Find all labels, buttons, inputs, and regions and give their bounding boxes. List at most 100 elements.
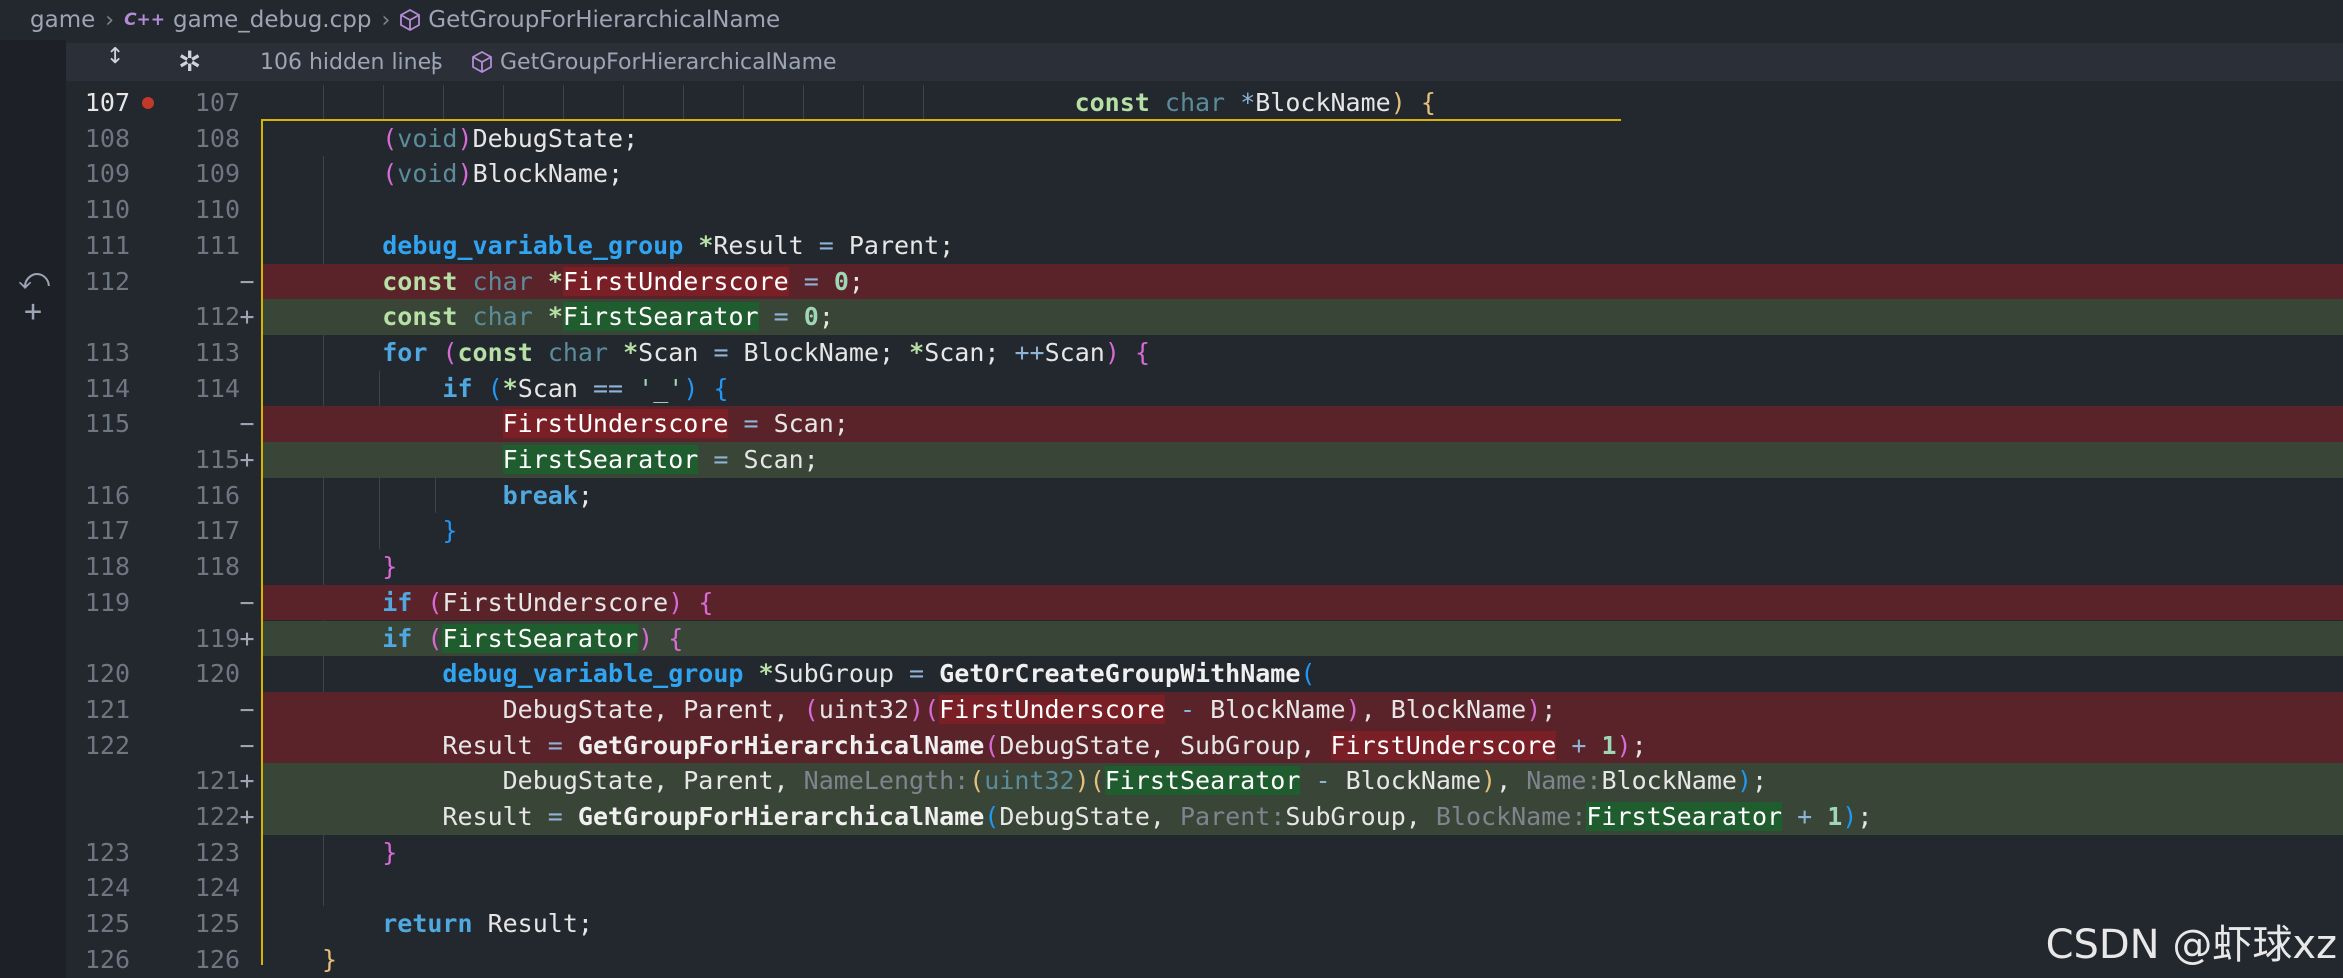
diff-deleted-line[interactable]: 112 − const char *FirstUnderscore = 0; — [66, 263, 2343, 300]
fold-symbol[interactable]: GetGroupForHierarchicalName — [472, 50, 837, 75]
code-line[interactable]: 116 116 break; — [66, 478, 2343, 514]
plus-icon: + — [239, 302, 255, 332]
code-line[interactable]: 117 117 } — [66, 513, 2343, 549]
code-line[interactable]: 108 108 (void)DebugState; — [66, 121, 2343, 157]
code-text: (void)DebugState; — [322, 121, 638, 157]
code-token: if — [382, 623, 413, 653]
diff-editor[interactable]: 107 107 const char *BlockName) {108 108 (v… — [66, 85, 2343, 978]
code-line[interactable]: 124 124 — [66, 870, 2343, 906]
breadcrumb-project[interactable]: game — [30, 7, 95, 33]
plus-icon: + — [239, 445, 255, 474]
code-text: const char *BlockName) { — [322, 85, 1436, 121]
code-token: ) — [1104, 337, 1120, 367]
original-line-number: 126 — [84, 944, 130, 974]
code-token: ) — [638, 623, 654, 653]
diff-deleted-line[interactable]: 121− DebugState, Parent, (uint32)(FirstU… — [66, 691, 2343, 728]
code-token: ) — [1616, 730, 1632, 760]
breadcrumb-symbol[interactable]: GetGroupForHierarchicalName — [400, 7, 780, 33]
cpp-file-icon: C++ — [124, 10, 166, 30]
modified-line-number: 119 — [194, 623, 240, 653]
code-token: const — [1074, 88, 1150, 117]
code-token: Scan — [638, 337, 714, 367]
code-token: ) — [457, 159, 473, 189]
code-token: DebugState; — [472, 123, 639, 153]
modified-line-number: 114 — [194, 373, 240, 403]
code-line[interactable]: 126 126} — [66, 942, 2343, 978]
diff-added-line[interactable]: 121 + DebugState, Parent, NameLength:(uin… — [66, 763, 2343, 799]
code-line[interactable]: 114 114 if (*Scan == '_') { — [66, 371, 2343, 407]
line-background — [261, 942, 2343, 978]
code-token: '_' — [638, 373, 684, 403]
add-comment-icon[interactable]: + — [18, 294, 48, 329]
code-line[interactable]: 109 109 (void)BlockName; — [66, 156, 2343, 192]
code-token: * — [698, 230, 714, 260]
code-token: - — [1315, 766, 1331, 796]
original-line-number: 122 — [84, 730, 130, 760]
original-line-number: 125 — [84, 909, 130, 939]
plus-icon: + — [239, 802, 255, 831]
code-token: = — [818, 230, 834, 260]
code-token: } — [382, 837, 398, 867]
revert-change-icon[interactable]: ⤺ — [18, 262, 50, 297]
code-line[interactable]: 118 118 } — [66, 549, 2343, 585]
code-line[interactable]: 113 113 for (const char *Scan = BlockName… — [66, 335, 2343, 371]
diff-added-line[interactable]: 119 + if (FirstSearator) { — [66, 620, 2343, 657]
code-token: * — [623, 337, 639, 367]
hidden-lines-label[interactable]: 106 hidden lines — [260, 50, 443, 75]
code-token: DebugState, Parent, — [322, 766, 804, 796]
modified-line-number: 109 — [194, 159, 240, 189]
code-token: char — [547, 337, 609, 367]
diff-deleted-line[interactable]: 122 − Result = GetGroupForHierarchicalNam… — [66, 727, 2343, 764]
breadcrumb-file[interactable]: C++ game_debug.cpp — [124, 7, 371, 33]
diff-added-line[interactable]: 122 + Result = GetGroupForHierarchicalNam… — [66, 799, 2343, 835]
code-token: FirstUnderscore — [1330, 730, 1557, 760]
modified-line-number: 118 — [194, 552, 240, 582]
code-token: ( — [382, 123, 398, 153]
code-token: 0 — [833, 266, 849, 296]
code-line[interactable]: 107 107 const char *BlockName) { — [66, 85, 2343, 121]
code-token: { — [713, 373, 729, 403]
code-text: DebugState, Parent, NameLength:(uint32)(… — [322, 763, 1767, 799]
code-line[interactable]: 110 110 — [66, 192, 2343, 228]
code-line[interactable]: 125 125 return Result; — [66, 906, 2343, 942]
code-token: ( — [984, 730, 1000, 760]
code-token: Scan — [517, 373, 593, 403]
code-token: ( — [984, 802, 1000, 831]
diff-added-line[interactable]: 115 + FirstSearator = Scan; — [66, 442, 2343, 478]
code-token: ; — [577, 480, 593, 510]
code-token: ; — [818, 302, 834, 332]
line-background — [261, 835, 2343, 871]
modified-line-number: 120 — [194, 659, 240, 689]
code-text: DebugState, Parent, (uint32)(FirstUnders… — [322, 692, 1556, 728]
code-line[interactable]: 111 111 debug_variable_group *Result = Pa… — [66, 228, 2343, 264]
code-token: { — [1420, 88, 1436, 117]
diff-deleted-line[interactable]: 119 − if (FirstUnderscore) { — [66, 584, 2343, 621]
code-line[interactable]: 120 120 debug_variable_group *SubGroup = … — [66, 656, 2343, 692]
code-token: ) — [1842, 802, 1858, 831]
code-line[interactable]: 123 123 } — [66, 835, 2343, 871]
code-token: char — [472, 302, 533, 332]
diff-deleted-line[interactable]: 115 − FirstUnderscore = Scan; — [66, 406, 2343, 442]
unfold-icon[interactable]: ✲ — [178, 45, 201, 78]
breakpoint-icon[interactable] — [142, 97, 154, 109]
code-token: break — [502, 480, 578, 510]
folded-region-header[interactable]: ↕ ✲ 106 hidden lines | GetGroupForHierar… — [66, 43, 2343, 81]
code-token: Scan; — [728, 445, 819, 474]
diff-added-line[interactable]: 112 + const char *FirstSearator = 0; — [66, 299, 2343, 335]
code-token: if — [382, 587, 413, 617]
code-token: FirstUnderscore — [502, 409, 729, 439]
code-token: ; — [848, 266, 864, 296]
